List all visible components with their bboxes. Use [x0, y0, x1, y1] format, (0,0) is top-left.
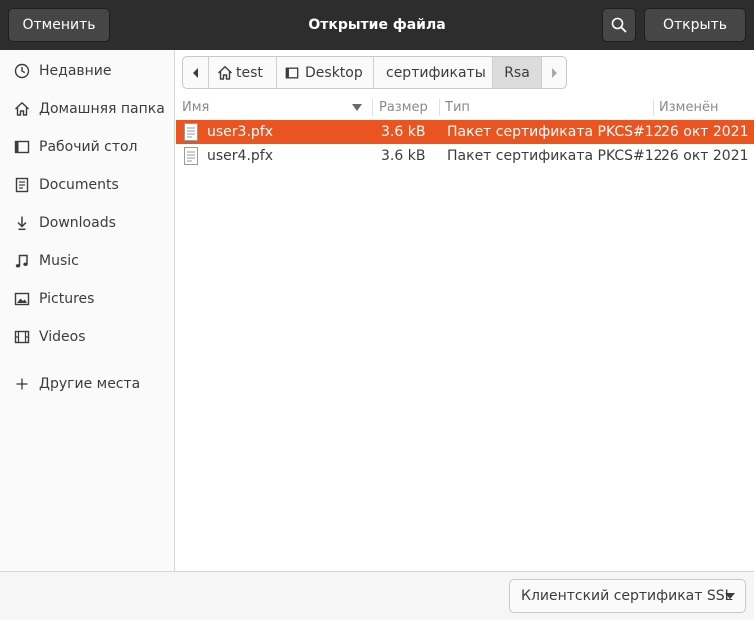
documents-icon: [14, 177, 30, 193]
search-icon: [611, 17, 627, 33]
file-filter-selected: Клиентский сертификат SSL: [521, 588, 733, 604]
chevron-right-icon: [552, 67, 557, 78]
dialog-footer: Клиентский сертификат SSL: [0, 571, 754, 620]
column-header-modified[interactable]: Изменён: [659, 96, 749, 119]
videos-icon: [14, 329, 30, 345]
sort-descending-icon: [352, 104, 362, 111]
file-icon: [184, 123, 198, 141]
column-separator: [439, 99, 440, 116]
sidebar-item-other-locations[interactable]: Другие места: [0, 365, 174, 403]
home-icon: [14, 101, 30, 117]
file-modified: 26 окт 2021: [661, 148, 749, 164]
desktop-icon: [285, 67, 299, 78]
file-modified: 26 окт 2021: [661, 124, 749, 140]
sidebar-item-desktop[interactable]: Рабочий стол: [0, 128, 174, 166]
sidebar-item-downloads[interactable]: Downloads: [0, 204, 174, 242]
path-bar: test Desktop сертификаты Rsa: [182, 56, 567, 89]
sidebar-item-label: Домашняя папка: [39, 101, 165, 117]
column-header-row: Имя Размер Тип Изменён: [176, 96, 754, 119]
download-icon: [14, 215, 30, 231]
clock-icon: [14, 63, 30, 79]
sidebar-item-home[interactable]: Домашняя папка: [0, 90, 174, 128]
path-segment-desktop[interactable]: Desktop: [277, 57, 374, 88]
path-segment-label: сертификаты: [386, 64, 486, 81]
sidebar-divider: [0, 362, 174, 363]
path-segment-rsa[interactable]: Rsa: [493, 57, 542, 88]
path-scroll-right-button[interactable]: [542, 57, 566, 88]
column-header-name[interactable]: Имя: [182, 96, 372, 119]
column-header-type[interactable]: Тип: [445, 96, 645, 119]
path-segment-home[interactable]: test: [209, 57, 277, 88]
file-row[interactable]: user4.pfx 3.6 kB Пакет сертификата PKCS#…: [176, 144, 754, 168]
pictures-icon: [14, 291, 30, 307]
sidebar-item-label: Pictures: [39, 291, 95, 307]
sidebar-item-music[interactable]: Music: [0, 242, 174, 280]
sidebar-item-pictures[interactable]: Pictures: [0, 280, 174, 318]
path-segment-label: test: [236, 64, 263, 81]
file-type: Пакет сертификата PKCS#12: [447, 148, 663, 164]
sidebar-item-label: Рабочий стол: [39, 139, 138, 155]
places-sidebar: Недавние Домашняя папка Рабочий стол Doc…: [0, 50, 175, 571]
sidebar-item-documents[interactable]: Documents: [0, 166, 174, 204]
sidebar-item-label: Недавние: [39, 63, 112, 79]
sidebar-item-label: Videos: [39, 329, 86, 345]
header-bar: Отменить Открытие файла Открыть: [0, 0, 754, 50]
open-button[interactable]: Открыть: [644, 8, 746, 42]
music-icon: [14, 253, 30, 269]
column-separator: [372, 99, 373, 116]
file-name: user4.pfx: [207, 148, 273, 164]
search-button[interactable]: [602, 8, 636, 42]
file-filter-dropdown[interactable]: Клиентский сертификат SSL: [509, 579, 746, 613]
column-header-size[interactable]: Размер: [379, 96, 439, 119]
sidebar-item-label: Downloads: [39, 215, 116, 231]
path-segment-label: Rsa: [504, 64, 530, 81]
file-name: user3.pfx: [207, 124, 273, 140]
sidebar-item-label: Documents: [39, 177, 119, 193]
desktop-icon: [14, 139, 30, 155]
column-separator: [653, 99, 654, 116]
column-header-label: Имя: [182, 100, 210, 115]
chevron-left-icon: [192, 67, 198, 78]
file-icon: [184, 147, 198, 165]
dropdown-arrow-icon: [725, 593, 735, 599]
sidebar-item-recent[interactable]: Недавние: [0, 52, 174, 90]
dialog-title: Открытие файла: [308, 17, 446, 33]
cancel-button[interactable]: Отменить: [8, 8, 110, 42]
home-icon: [218, 65, 232, 80]
path-scroll-left-button[interactable]: [183, 57, 209, 88]
plus-icon: [14, 376, 30, 392]
file-size: 3.6 kB: [381, 148, 426, 164]
path-segment-label: Desktop: [305, 64, 363, 81]
sidebar-item-label: Music: [39, 253, 79, 269]
file-size: 3.6 kB: [381, 124, 426, 140]
path-segment-certificates[interactable]: сертификаты: [374, 57, 493, 88]
sidebar-item-videos[interactable]: Videos: [0, 318, 174, 356]
file-type: Пакет сертификата PKCS#12: [447, 124, 663, 140]
file-row-selected[interactable]: user3.pfx 3.6 kB Пакет сертификата PKCS#…: [176, 120, 754, 144]
sidebar-item-label: Другие места: [39, 376, 141, 392]
